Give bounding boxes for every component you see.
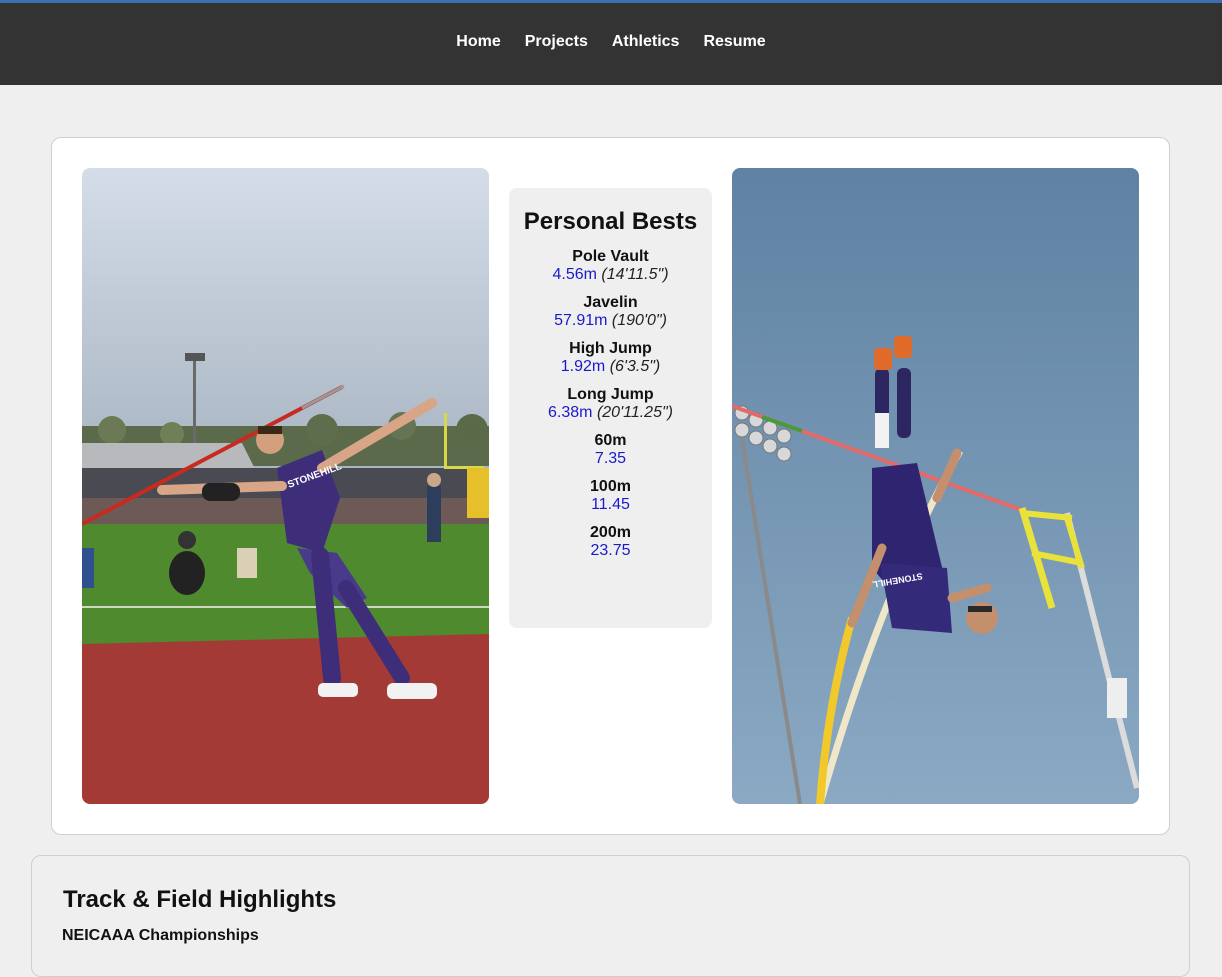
event-name: 100m [590,478,631,495]
track-field-highlights: Track & Field Highlights NEICAAA Champio… [31,855,1190,977]
pb-high-jump: High Jump 1.92m (6'3.5") [509,340,712,376]
metric-mark: 6.38m [548,404,593,421]
event-name: Javelin [583,294,638,311]
imperial-mark: (190'0") [611,312,667,329]
pole-vault-photo: STONEHILL [732,168,1139,804]
metric-mark: 1.92m [560,358,606,375]
metric-mark: 57.91m [554,312,608,329]
pb-pole-vault: Pole Vault 4.56m (14'11.5") [509,248,712,284]
athletics-card: STONEHILL Personal Bests Pole Vault 4.56… [51,137,1170,835]
metric-mark: 23.75 [590,542,631,559]
personal-bests-title: Personal Bests [523,208,698,235]
nav-resume-link[interactable]: Resume [703,33,765,51]
nav-projects-link[interactable]: Projects [525,33,588,51]
event-name: 200m [590,524,631,541]
top-navbar: Home Projects Athletics Resume [0,3,1222,85]
imperial-mark: (14'11.5") [601,266,669,283]
javelin-photo: STONEHILL [82,168,489,804]
event-name: Pole Vault [572,248,649,265]
imperial-mark: (6'3.5") [609,358,661,375]
pb-long-jump: Long Jump 6.38m (20'11.25") [509,386,712,422]
pb-100m: 100m 11.45 [509,478,712,514]
pb-javelin: Javelin 57.91m (190'0") [509,294,712,330]
event-name: Long Jump [567,386,654,403]
metric-mark: 11.45 [591,496,630,513]
event-name: High Jump [569,340,652,357]
metric-mark: 7.35 [594,450,627,467]
nav-athletics-link[interactable]: Athletics [612,33,680,51]
imperial-mark: (20'11.25") [596,404,673,421]
highlights-title: Track & Field Highlights [63,886,337,913]
pb-60m: 60m 7.35 [509,432,712,468]
personal-bests-panel: Personal Bests Pole Vault 4.56m (14'11.5… [509,188,712,628]
highlights-subtitle: NEICAAA Championships [62,927,259,944]
pb-200m: 200m 23.75 [509,524,712,560]
metric-mark: 4.56m [552,266,597,283]
nav-home-link[interactable]: Home [456,33,500,51]
event-name: 60m [594,432,627,449]
